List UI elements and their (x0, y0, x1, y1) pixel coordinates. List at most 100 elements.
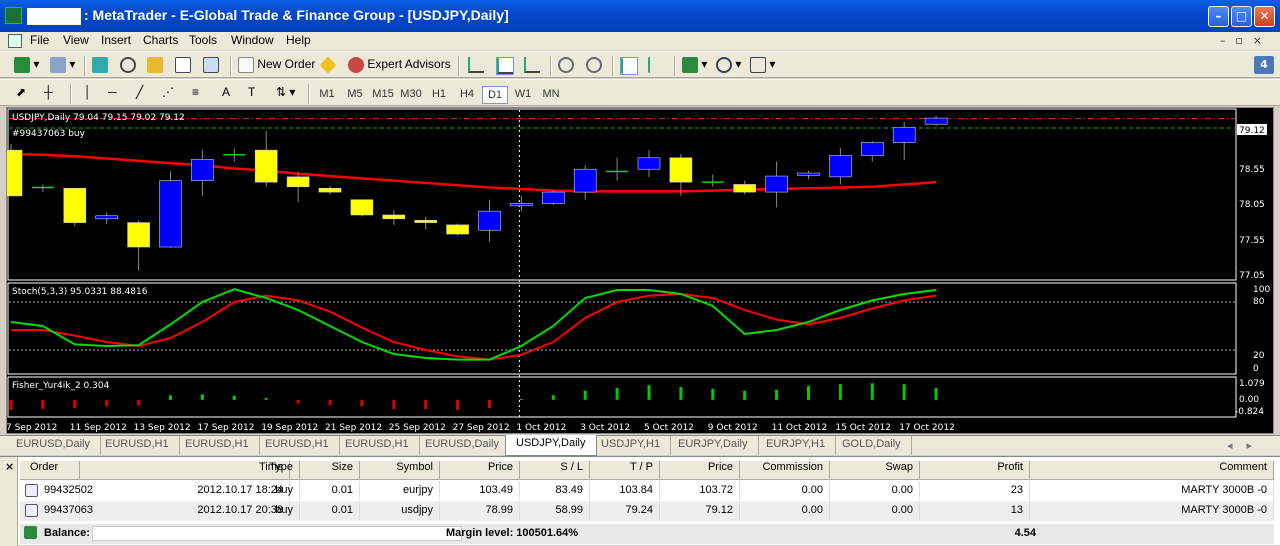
redacted-account (27, 8, 81, 25)
menu-help[interactable]: Help (286, 33, 311, 47)
column-header[interactable]: Profit (920, 461, 1030, 480)
periods-icon[interactable]: ▾ (716, 57, 741, 75)
navigator-icon[interactable] (147, 57, 163, 75)
new-chart-icon[interactable]: ▾ (14, 57, 39, 75)
minimize-button[interactable]: – (1208, 6, 1229, 27)
crosshair-icon[interactable]: ┼ (44, 85, 53, 103)
candle-body (286, 176, 310, 188)
chart-tab[interactable]: EURUSD,H1 (175, 436, 260, 455)
chart-tab[interactable]: EURJPY,H1 (756, 436, 837, 455)
line-chart-icon[interactable] (524, 57, 540, 75)
order-cell: buy (230, 501, 300, 520)
notification-badge[interactable]: 4 (1254, 56, 1274, 74)
menu-charts[interactable]: Charts (143, 33, 178, 47)
zoom-in-icon[interactable] (558, 57, 574, 75)
terminal-close-icon[interactable]: × (5, 460, 14, 473)
horizontal-line-icon[interactable]: ─ (108, 85, 117, 103)
tab-scroll-arrows[interactable]: ◂▸ (1227, 439, 1266, 452)
column-header[interactable]: Price (440, 461, 520, 480)
stoch-tick: 80 (1253, 297, 1265, 307)
date-tick: 13 Sep 2012 (134, 423, 191, 433)
column-header[interactable]: S / L (520, 461, 590, 480)
column-header[interactable]: Symbol (360, 461, 440, 480)
order-row[interactable]: 99437063 2012.10.17 20:38 buy 0.01 usdjpy 78.… (20, 501, 1274, 521)
text-label-icon[interactable]: T (248, 85, 255, 103)
column-header[interactable]: Type (230, 461, 300, 480)
column-header[interactable]: Size (300, 461, 360, 480)
cursor-icon[interactable]: ⬈ (16, 85, 26, 103)
indicators-icon[interactable]: ▾ (682, 57, 707, 75)
chart-tab[interactable]: USDJPY,H1 (591, 436, 672, 455)
fibonacci-fan-icon[interactable]: ⋰ (162, 85, 174, 103)
menu-window[interactable]: Window (231, 33, 274, 47)
timeframe-mn[interactable]: MN (538, 86, 564, 104)
chart-tab[interactable]: EURUSD,Daily (415, 436, 510, 455)
order-cell: usdjpy (360, 501, 440, 520)
chart-tab[interactable]: EURUSD,Daily (6, 436, 101, 455)
timeframe-m1[interactable]: M1 (314, 86, 340, 104)
menu-view[interactable]: View (63, 33, 89, 47)
arrows-icon[interactable]: ⇅ ▾ (276, 85, 295, 103)
price-tick: 77.55 (1239, 236, 1265, 246)
date-tick: 21 Sep 2012 (325, 423, 382, 433)
balance-icon (24, 526, 37, 539)
expert-advisors-button[interactable]: Expert Advisors (348, 57, 451, 75)
candlestick-chart-icon[interactable] (496, 57, 514, 75)
chart-tab[interactable]: EURUSD,H1 (95, 436, 180, 455)
fibonacci-retracement-icon[interactable]: ≡ (192, 85, 199, 103)
candle-body (733, 184, 757, 193)
timeframe-d1[interactable]: D1 (482, 86, 508, 104)
profiles-icon[interactable]: ▾ (50, 57, 75, 75)
auto-scroll-icon[interactable] (620, 57, 638, 75)
timeframe-w1[interactable]: W1 (510, 86, 536, 104)
metaeditor-icon[interactable] (319, 56, 337, 75)
text-icon[interactable]: A (222, 85, 230, 103)
vertical-line-icon[interactable]: │ (84, 85, 92, 103)
terminal-icon[interactable] (175, 57, 191, 75)
column-header[interactable]: Order (20, 461, 80, 480)
zoom-out-icon[interactable] (586, 57, 602, 75)
chart-tab[interactable]: GOLD,Daily (832, 436, 912, 455)
templates-icon[interactable]: ▾ (750, 57, 775, 75)
chart-tab[interactable]: EURUSD,H1 (255, 436, 340, 455)
data-window-icon[interactable] (120, 57, 136, 75)
timeframe-m30[interactable]: M30 (398, 86, 424, 104)
strategy-tester-icon[interactable] (203, 57, 219, 75)
close-button[interactable]: ✕ (1254, 6, 1275, 27)
order-cell: 0.00 (830, 501, 920, 520)
order-cell: 13 (920, 501, 1030, 520)
timeframe-h4[interactable]: H4 (454, 86, 480, 104)
chart-tab[interactable]: EURJPY,Daily (668, 436, 759, 455)
candle-body (510, 203, 533, 207)
chart-shift-icon[interactable] (648, 57, 664, 75)
column-header[interactable]: Price (660, 461, 740, 480)
menu-file[interactable]: File (30, 33, 49, 47)
metatrader-app-icon[interactable] (5, 7, 22, 24)
trendline-icon[interactable]: ╱ (136, 85, 143, 103)
column-header[interactable]: Swap (830, 461, 920, 480)
column-header[interactable]: T / P (590, 461, 660, 480)
order-row[interactable]: 99432502 2012.10.17 18:24 buy 0.01 eurjpy 103… (20, 481, 1274, 501)
timeframe-m5[interactable]: M5 (342, 86, 368, 104)
fisher-bar (807, 386, 810, 400)
price-tick: 77.05 (1239, 271, 1265, 281)
mdi-controls[interactable]: –▫× (1220, 34, 1272, 47)
menu-insert[interactable]: Insert (101, 33, 131, 47)
stoch-tick: 100 (1253, 285, 1270, 295)
chart-window[interactable]: USDJPY,Daily 79.04 79.15 79.02 79.12 #99… (6, 107, 1274, 434)
timeframe-m15[interactable]: M15 (370, 86, 396, 104)
new-order-button[interactable]: New Order (238, 57, 315, 75)
column-header[interactable]: Commission (740, 461, 830, 480)
timeframe-h1[interactable]: H1 (426, 86, 452, 104)
chart-tab-active[interactable]: USDJPY,Daily (505, 435, 597, 456)
menu-tools[interactable]: Tools (189, 33, 217, 47)
chart-canvas[interactable]: USDJPY,Daily 79.04 79.15 79.02 79.12 #99… (7, 108, 1273, 433)
candle-body (63, 187, 87, 223)
market-watch-icon[interactable] (92, 57, 108, 75)
column-header[interactable]: Comment (1030, 461, 1274, 480)
maximize-button[interactable]: □ (1231, 6, 1252, 27)
bar-chart-icon[interactable] (468, 57, 484, 75)
chart-tab[interactable]: EURUSD,H1 (335, 436, 420, 455)
chart-window-icon[interactable] (8, 34, 22, 48)
order-cell: 79.12 (660, 501, 740, 520)
